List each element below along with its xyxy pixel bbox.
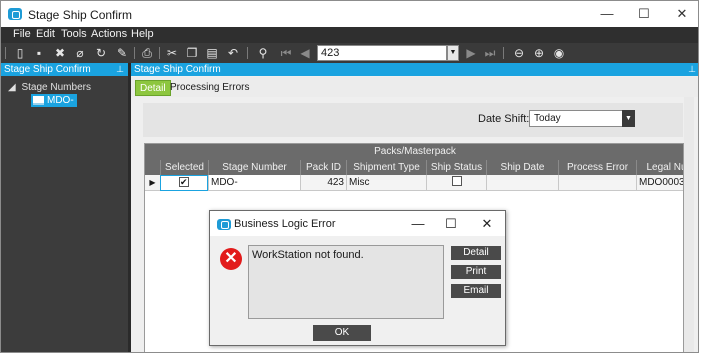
menu-tools[interactable]: Tools (61, 28, 87, 40)
back-icon[interactable]: ⊖ (512, 46, 526, 60)
selected-checkbox[interactable] (179, 176, 189, 190)
menu-edit[interactable]: Edit (36, 28, 55, 40)
tree-node-mdo[interactable]: MDO- (31, 94, 77, 107)
tree-node-stage-numbers[interactable]: ◢ Stage Numbers (8, 82, 91, 93)
grid-group-header: Packs/Masterpack (145, 144, 683, 160)
main-window: Stage Ship Confirm — ☐ ✕ File Edit Tools… (0, 0, 699, 353)
column-header-pack-id[interactable]: Pack ID (300, 160, 346, 175)
next-record-icon[interactable]: ▶ (464, 46, 478, 60)
date-shift-value: Today (534, 113, 561, 124)
cell-ship-date[interactable] (486, 175, 558, 191)
refresh-icon[interactable]: ↻ (94, 46, 108, 60)
error-dialog: Business Logic Error — ☐ ✕ ✕ WorkStation… (209, 210, 506, 346)
copy-icon[interactable]: ❐ (185, 46, 199, 60)
dialog-maximize-button[interactable]: ☐ (441, 216, 461, 232)
dialog-title: Business Logic Error (234, 218, 336, 230)
toolbar-separator (159, 47, 160, 59)
date-shift-panel: Date Shift: Today ▼ (143, 103, 683, 137)
right-pane-title: Stage Ship Confirm (134, 64, 221, 75)
toolbar-separator (503, 47, 504, 59)
clear-icon[interactable]: ✎ (115, 46, 129, 60)
detail-button[interactable]: Detail (451, 246, 501, 260)
print-button[interactable]: Print (451, 265, 501, 279)
home-icon[interactable]: ◉ (552, 46, 566, 60)
menu-help[interactable]: Help (131, 28, 154, 40)
column-header-stage-number[interactable]: Stage Number (208, 160, 300, 175)
navigator-dropdown-icon[interactable]: ▼ (447, 45, 459, 61)
column-header-ship-status[interactable]: Ship Status (426, 160, 486, 175)
error-message-box[interactable]: WorkStation not found. (248, 245, 444, 319)
dialog-close-button[interactable]: ✕ (477, 216, 497, 232)
left-pane-header: Stage Ship Confirm ⊥ (1, 63, 128, 76)
menu-actions[interactable]: Actions (91, 28, 127, 40)
forward-icon[interactable]: ⊕ (532, 46, 546, 60)
record-navigator-input[interactable]: 423 (317, 45, 447, 61)
first-record-icon[interactable]: ⏮ (279, 46, 293, 60)
delete-icon[interactable]: ✖ (53, 46, 67, 60)
left-pane-title: Stage Ship Confirm (4, 64, 91, 75)
tab-processing-errors[interactable]: Processing Errors (170, 80, 249, 96)
toolbar-separator (134, 47, 135, 59)
undo-icon[interactable]: ↶ (226, 46, 240, 60)
close-button[interactable]: ✕ (669, 5, 695, 23)
ok-button[interactable]: OK (313, 325, 371, 341)
app-icon (217, 219, 231, 230)
cell-pack-id[interactable]: 423 (300, 175, 346, 191)
left-pane: Stage Ship Confirm ⊥ ◢ Stage Numbers MDO… (1, 63, 128, 352)
column-header-selected[interactable]: Selected (160, 160, 208, 175)
app-icon (8, 8, 22, 20)
dialog-minimize-button[interactable]: — (408, 216, 428, 232)
menu-bar: File Edit Tools Actions Help (1, 27, 698, 43)
row-indicator-header (145, 160, 160, 175)
toolbar-separator (247, 47, 248, 59)
ship-status-checkbox[interactable] (451, 176, 462, 187)
pin-icon[interactable]: ⊥ (688, 63, 696, 76)
previous-record-icon[interactable]: ◀ (298, 46, 312, 60)
column-header-shipment-type[interactable]: Shipment Type (346, 160, 426, 175)
dialog-title-bar: Business Logic Error — ☐ ✕ (210, 211, 505, 236)
cell-stage-number[interactable]: MDO- (208, 175, 300, 191)
paste-icon[interactable]: ▤ (205, 46, 219, 60)
tree-node-label: MDO- (47, 95, 74, 106)
row-current-indicator-icon: ▶ (145, 175, 160, 191)
date-shift-label: Date Shift: (478, 113, 530, 125)
new-icon[interactable]: ▯ (13, 46, 27, 60)
column-header-ship-date[interactable]: Ship Date (486, 160, 558, 175)
save-icon[interactable]: ▪ (32, 46, 46, 60)
menu-file[interactable]: File (13, 28, 31, 40)
column-header-legal-number[interactable]: Legal Nu (636, 160, 683, 175)
folder-icon (33, 96, 44, 105)
title-bar: Stage Ship Confirm — ☐ ✕ (1, 1, 698, 27)
cut-icon[interactable]: ✂ (165, 46, 179, 60)
right-pane-header: Stage Ship Confirm ⊥ (131, 63, 698, 76)
vertical-scrollbar[interactable] (684, 97, 694, 352)
toolbar-separator (5, 47, 6, 59)
window-title: Stage Ship Confirm (28, 8, 133, 22)
chevron-down-icon[interactable]: ▼ (622, 110, 635, 127)
cell-shipment-type[interactable]: Misc (346, 175, 426, 191)
attach-icon[interactable]: ⌀ (73, 46, 87, 60)
cell-process-error[interactable] (558, 175, 636, 191)
cell-selected[interactable] (160, 175, 208, 191)
maximize-button[interactable]: ☐ (631, 5, 657, 23)
column-header-process-error[interactable]: Process Error (558, 160, 636, 175)
minimize-button[interactable]: — (594, 5, 620, 23)
tab-detail[interactable]: Detail (135, 80, 171, 96)
last-record-icon[interactable]: ⏭ (483, 46, 497, 60)
print-icon[interactable]: ⎙ (140, 46, 154, 60)
tree-node-label: Stage Numbers (21, 82, 91, 93)
tab-strip: Detail Processing Errors (131, 77, 698, 97)
pin-icon[interactable]: ⊥ (116, 63, 124, 76)
cell-ship-status[interactable] (426, 175, 486, 191)
date-shift-select[interactable]: Today ▼ (529, 110, 635, 127)
tree-collapse-icon[interactable]: ◢ (8, 82, 16, 93)
email-button[interactable]: Email (451, 284, 501, 298)
cell-legal-number[interactable]: MDO0003 (636, 175, 683, 191)
error-icon: ✕ (220, 248, 242, 270)
search-icon[interactable]: ⚲ (256, 46, 270, 60)
error-message: WorkStation not found. (252, 249, 364, 261)
